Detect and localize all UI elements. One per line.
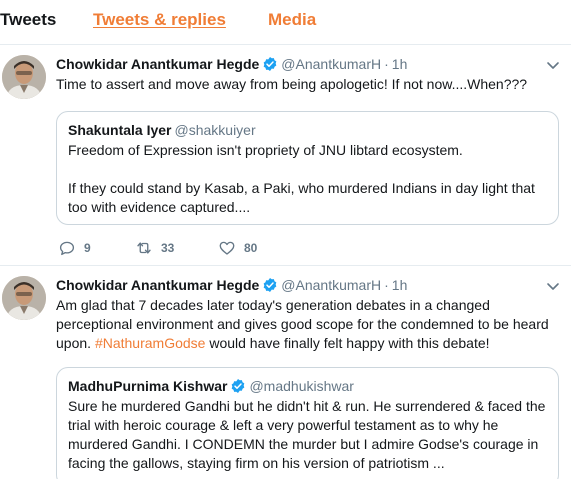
separator-dot: · — [384, 277, 389, 293]
quoted-tweet-header: Shakuntala Iyer @shakkuiyer — [68, 120, 256, 140]
tweet[interactable]: Chowkidar Anantkumar Hegde @AnantkumarH · 1… — [0, 265, 571, 479]
tab-tweets-and-replies[interactable]: Tweets & replies — [93, 10, 226, 30]
quoted-author-name: MadhuPurnima Kishwar — [68, 378, 228, 394]
author-handle[interactable]: @AnantkumarH — [281, 277, 381, 293]
profile-tabs: Tweets Tweets & replies Media — [0, 0, 571, 44]
quoted-author-name: Shakuntala Iyer — [68, 122, 172, 138]
heart-icon — [219, 241, 235, 255]
quoted-text-paragraph: Freedom of Expression isn't propriety of… — [68, 142, 463, 158]
separator-dot: · — [384, 56, 389, 72]
tweet-header: Chowkidar Anantkumar Hegde @AnantkumarH · 1… — [56, 54, 407, 74]
tweet[interactable]: Chowkidar Anantkumar Hegde @AnantkumarH · 1… — [0, 44, 571, 264]
verified-badge-icon — [263, 278, 277, 292]
reply-button[interactable]: 9 — [58, 238, 91, 258]
quoted-tweet-text: Freedom of Expression isn't propriety of… — [68, 141, 546, 217]
quoted-tweet-header: MadhuPurnima Kishwar @madhukishwar — [68, 376, 354, 396]
hashtag-link[interactable]: #NathuramGodse — [95, 335, 206, 351]
tweet-time[interactable]: 1h — [392, 277, 408, 293]
tweet-text: Time to assert and move away from being … — [56, 76, 528, 92]
quoted-tweet[interactable]: MadhuPurnima Kishwar @madhukishwar Sure h… — [56, 367, 559, 479]
tweet-actions: 9 33 80 — [56, 238, 356, 258]
verified-badge-icon — [232, 379, 245, 393]
quoted-text-paragraph: If they could stand by Kasab, a Paki, wh… — [68, 180, 535, 215]
quoted-tweet[interactable]: Shakuntala Iyer @shakkuiyer Freedom of Ex… — [56, 111, 559, 225]
avatar[interactable] — [2, 55, 46, 99]
author-handle[interactable]: @AnantkumarH — [281, 56, 381, 72]
tweet-header: Chowkidar Anantkumar Hegde @AnantkumarH · 1… — [56, 275, 407, 295]
retweet-icon — [137, 242, 151, 254]
like-count: 80 — [244, 241, 258, 255]
reply-icon — [59, 241, 75, 256]
tab-media[interactable]: Media — [268, 10, 316, 30]
retweet-count: 33 — [161, 241, 175, 255]
chevron-down-icon[interactable] — [545, 278, 561, 294]
tweet-time[interactable]: 1h — [392, 56, 408, 72]
quoted-author-handle: @madhukishwar — [249, 378, 354, 394]
tweet-text-part: would have finally felt happy with this … — [205, 335, 490, 351]
quoted-tweet-text: Sure he murdered Gandhi but he didn't hi… — [68, 398, 546, 471]
chevron-down-icon[interactable] — [545, 57, 561, 73]
reply-count: 9 — [84, 241, 91, 255]
author-name[interactable]: Chowkidar Anantkumar Hegde — [56, 56, 259, 72]
verified-badge-icon — [263, 57, 277, 71]
avatar-image — [2, 55, 46, 99]
tab-tweets[interactable]: Tweets — [0, 10, 56, 30]
like-button[interactable]: 80 — [218, 238, 257, 258]
avatar-image — [2, 276, 46, 320]
avatar[interactable] — [2, 276, 46, 320]
retweet-button[interactable]: 33 — [135, 238, 174, 258]
quoted-author-handle: @shakkuiyer — [174, 122, 256, 138]
author-name[interactable]: Chowkidar Anantkumar Hegde — [56, 277, 259, 293]
tweet-text: Am glad that 7 decades later today's gen… — [56, 296, 561, 353]
